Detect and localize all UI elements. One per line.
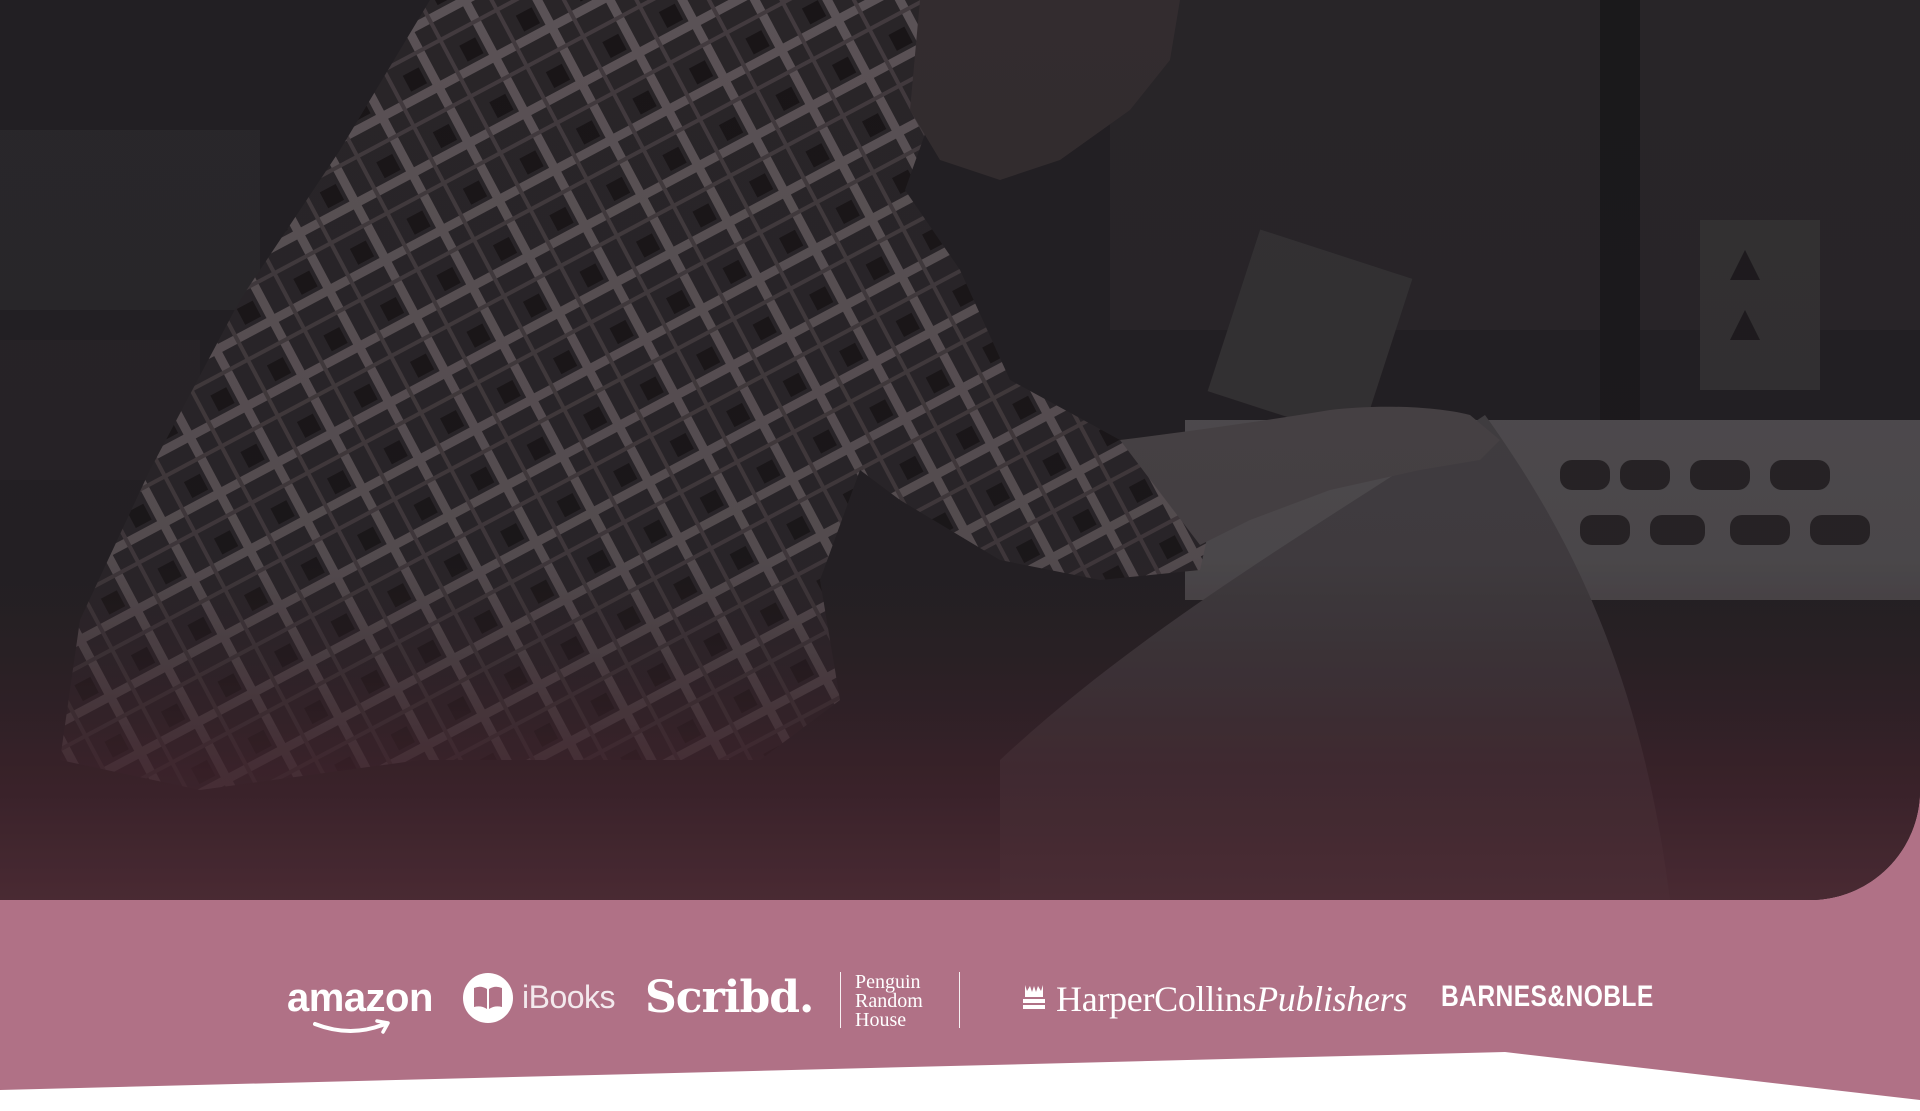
penguin-random-house-logo[interactable]: Penguin Random House bbox=[840, 971, 960, 1031]
page: amazon iBooks Scribd. Penguin Random Hou… bbox=[0, 0, 1920, 1111]
harpercollins-publishers-wordmark: Publishers bbox=[1256, 979, 1408, 1019]
penguin-line-2: Random bbox=[855, 990, 923, 1012]
harpercollins-wordmark: HarperCollins bbox=[1056, 979, 1257, 1019]
partner-logos-row: amazon iBooks Scribd. Penguin Random Hou… bbox=[0, 900, 1920, 1100]
hero-photo-illustration bbox=[0, 0, 1920, 900]
amazon-smile-icon bbox=[313, 1019, 390, 1034]
amazon-wordmark: amazon bbox=[287, 976, 433, 1020]
scribd-logo[interactable]: Scribd. bbox=[645, 972, 814, 1023]
scribd-wordmark: Scribd. bbox=[645, 972, 814, 1023]
barnes-and-noble-wordmark: BARNES&NOBLE bbox=[1441, 980, 1654, 1013]
hero-image bbox=[0, 0, 1920, 900]
fire-water-icon bbox=[1023, 985, 1045, 1009]
amazon-logo[interactable]: amazon bbox=[287, 976, 433, 1034]
open-book-icon bbox=[474, 986, 502, 1009]
penguin-line-3: House bbox=[855, 1009, 907, 1031]
barnes-and-noble-logo[interactable]: BARNES&NOBLE bbox=[1441, 980, 1654, 1014]
ibooks-badge bbox=[463, 973, 513, 1023]
ibooks-wordmark: iBooks bbox=[522, 979, 616, 1015]
penguin-line-1: Penguin bbox=[855, 971, 921, 993]
